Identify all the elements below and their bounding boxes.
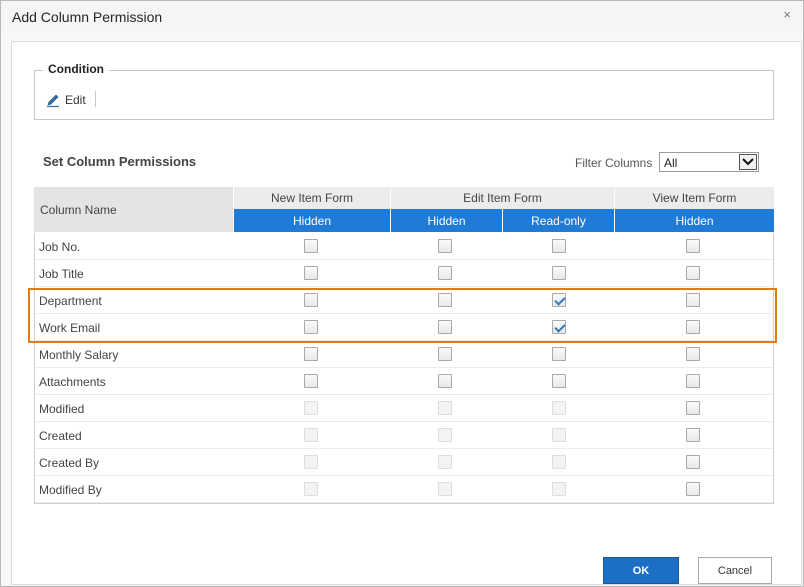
- filter-columns-select[interactable]: All: [659, 152, 759, 172]
- sub-header-new-hidden: Hidden: [234, 209, 391, 232]
- permission-checkbox[interactable]: [304, 347, 318, 361]
- permission-checkbox[interactable]: [552, 293, 566, 307]
- permission-checkbox: [438, 401, 452, 415]
- permission-checkbox[interactable]: [552, 239, 566, 253]
- toolbar-separator: [95, 91, 96, 107]
- edit-condition-button[interactable]: Edit: [45, 92, 86, 108]
- cancel-button[interactable]: Cancel: [698, 557, 772, 584]
- grid-body: Job No. Job Title Department Work Email Mont…: [34, 233, 774, 504]
- condition-fieldset: Condition Edit: [34, 62, 774, 120]
- table-row: Modified: [35, 395, 773, 422]
- column-name-cell: Work Email: [39, 321, 101, 335]
- permission-checkbox[interactable]: [686, 482, 700, 496]
- table-row: Work Email: [35, 314, 773, 341]
- permission-checkbox[interactable]: [686, 374, 700, 388]
- permission-checkbox[interactable]: [304, 374, 318, 388]
- permission-checkbox[interactable]: [552, 320, 566, 334]
- permission-checkbox[interactable]: [438, 239, 452, 253]
- permission-checkbox: [304, 482, 318, 496]
- column-name-cell: Job Title: [39, 267, 84, 281]
- permission-checkbox[interactable]: [686, 320, 700, 334]
- permission-checkbox[interactable]: [686, 347, 700, 361]
- permission-checkbox[interactable]: [438, 320, 452, 334]
- permission-checkbox[interactable]: [304, 293, 318, 307]
- column-name-cell: Attachments: [39, 375, 106, 389]
- permission-checkbox[interactable]: [438, 293, 452, 307]
- permission-checkbox[interactable]: [686, 428, 700, 442]
- permission-checkbox[interactable]: [438, 266, 452, 280]
- filter-columns-value: All: [664, 156, 678, 170]
- sub-header-edit-hidden: Hidden: [391, 209, 503, 232]
- column-name-cell: Monthly Salary: [39, 348, 119, 362]
- column-name-cell: Department: [39, 294, 102, 308]
- condition-legend: Condition: [43, 62, 109, 76]
- dialog-titlebar: Add Column Permission ×: [1, 1, 803, 32]
- permission-checkbox[interactable]: [686, 266, 700, 280]
- permission-checkbox: [552, 401, 566, 415]
- table-row: Job No.: [35, 233, 773, 260]
- permission-checkbox: [552, 428, 566, 442]
- permission-checkbox: [552, 455, 566, 469]
- chevron-down-icon[interactable]: [739, 154, 757, 170]
- filter-columns-label: Filter Columns: [575, 156, 653, 170]
- dialog-content: Condition Edit Set Column Permissions Fi…: [11, 41, 802, 585]
- add-column-permission-dialog: Add Column Permission × Condition Edit S…: [0, 0, 804, 587]
- dialog-title: Add Column Permission: [12, 9, 163, 25]
- sub-header-edit-readonly: Read-only: [503, 209, 615, 232]
- group-header-edit-item: Edit Item Form: [391, 187, 615, 209]
- permission-checkbox: [304, 401, 318, 415]
- table-row: Created By: [35, 449, 773, 476]
- permission-checkbox[interactable]: [552, 347, 566, 361]
- permission-checkbox: [304, 428, 318, 442]
- table-row: Monthly Salary: [35, 341, 773, 368]
- permission-checkbox[interactable]: [304, 239, 318, 253]
- permission-checkbox[interactable]: [686, 455, 700, 469]
- grid-header: Column Name New Item Form Edit Item Form…: [34, 187, 774, 232]
- permission-checkbox: [438, 455, 452, 469]
- permission-checkbox[interactable]: [304, 266, 318, 280]
- column-name-header: Column Name: [34, 187, 234, 232]
- permission-checkbox[interactable]: [552, 266, 566, 280]
- permission-checkbox: [552, 482, 566, 496]
- permission-checkbox[interactable]: [686, 293, 700, 307]
- permission-checkbox[interactable]: [686, 401, 700, 415]
- table-row: Attachments: [35, 368, 773, 395]
- permission-checkbox[interactable]: [438, 347, 452, 361]
- permission-checkbox[interactable]: [552, 374, 566, 388]
- permission-checkbox[interactable]: [438, 374, 452, 388]
- table-row: Created: [35, 422, 773, 449]
- permission-checkbox[interactable]: [686, 239, 700, 253]
- column-name-cell: Modified: [39, 402, 85, 416]
- column-name-cell: Created By: [39, 456, 100, 470]
- table-row: Department: [35, 287, 773, 314]
- permission-checkbox[interactable]: [304, 320, 318, 334]
- column-name-cell: Created: [39, 429, 82, 443]
- pencil-icon: [47, 94, 59, 108]
- table-row: Modified By: [35, 476, 773, 503]
- sub-header-view-hidden: Hidden: [615, 209, 774, 232]
- permission-checkbox: [438, 428, 452, 442]
- permission-checkbox: [438, 482, 452, 496]
- close-icon[interactable]: ×: [783, 7, 791, 22]
- table-row: Job Title: [35, 260, 773, 287]
- group-header-view-item: View Item Form: [615, 187, 774, 209]
- column-name-cell: Modified By: [39, 483, 102, 497]
- column-name-cell: Job No.: [39, 240, 81, 254]
- edit-label: Edit: [65, 93, 86, 107]
- section-title: Set Column Permissions: [43, 154, 197, 169]
- permission-checkbox: [304, 455, 318, 469]
- ok-button[interactable]: OK: [603, 557, 679, 584]
- group-header-new-item: New Item Form: [234, 187, 391, 209]
